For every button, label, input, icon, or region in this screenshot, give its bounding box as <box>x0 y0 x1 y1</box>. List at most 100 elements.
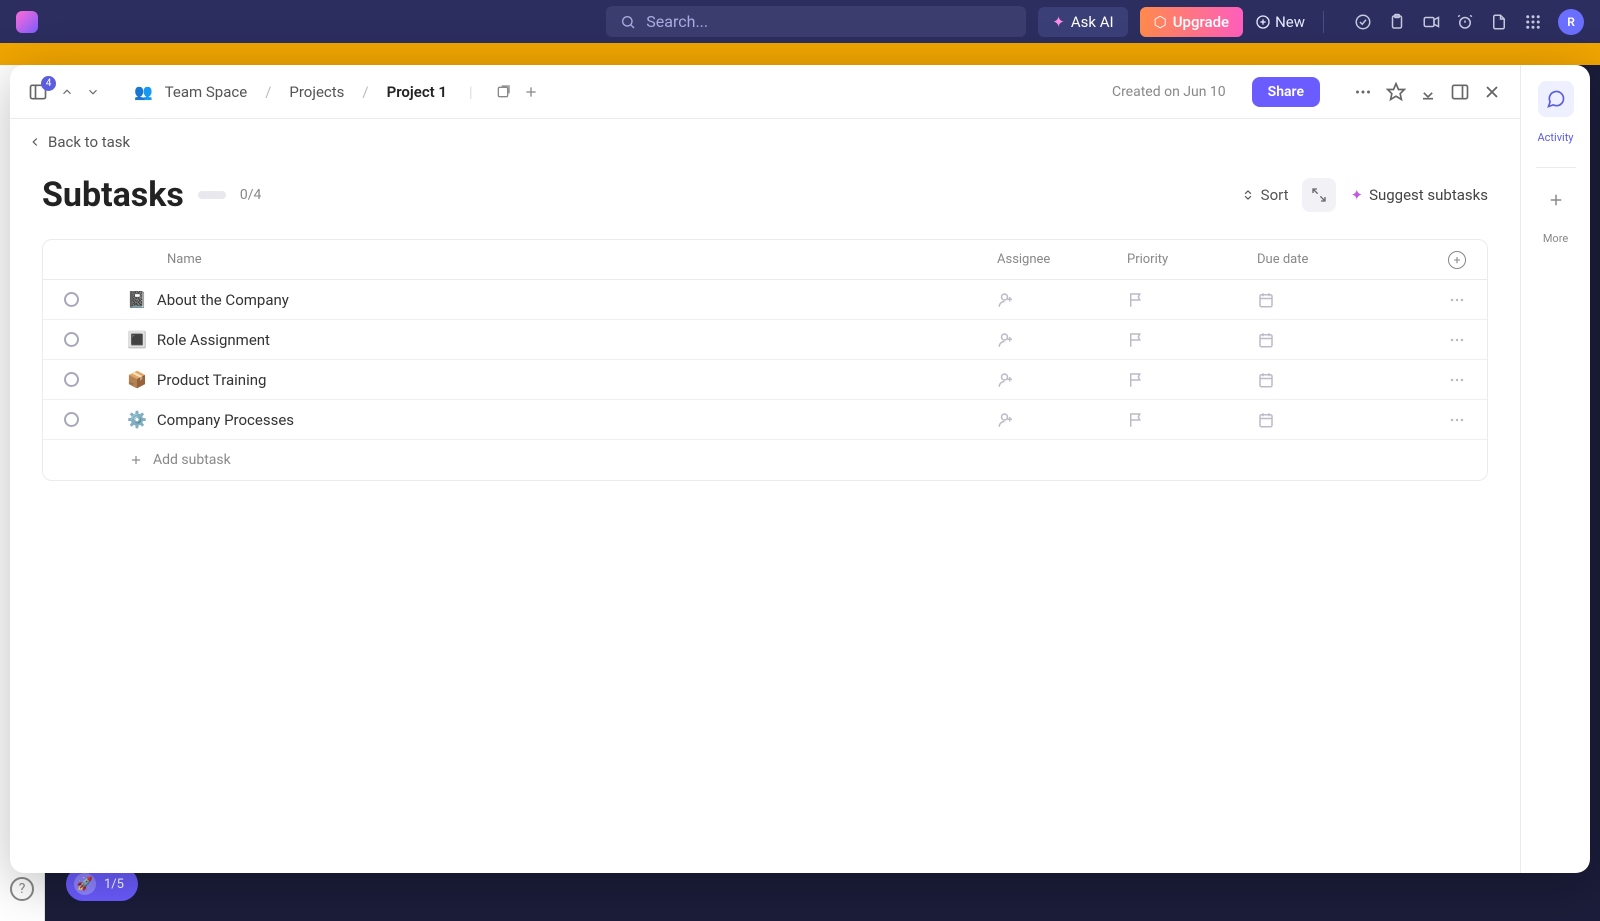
add-action-icon[interactable] <box>523 84 539 100</box>
add-subtask-label: Add subtask <box>153 452 231 468</box>
minimize-icon[interactable] <box>1418 82 1438 102</box>
share-label: Share <box>1268 84 1304 100</box>
progress-text: 0/4 <box>240 187 262 203</box>
assignee-add-icon[interactable] <box>997 371 1015 389</box>
due-date-icon[interactable] <box>1257 411 1275 429</box>
status-toggle[interactable] <box>64 292 79 307</box>
rocket-icon: 🚀 <box>74 873 96 895</box>
task-name-label: About the Company <box>157 291 289 309</box>
plus-icon <box>1547 191 1565 209</box>
status-toggle[interactable] <box>64 412 79 427</box>
more-side-button[interactable] <box>1538 182 1574 218</box>
page-title: Subtasks <box>42 175 184 215</box>
sort-button[interactable]: Sort <box>1241 186 1289 204</box>
new-button[interactable]: New <box>1255 13 1305 31</box>
assignee-add-icon[interactable] <box>997 331 1015 349</box>
app-logo[interactable] <box>16 11 38 33</box>
more-menu-button[interactable] <box>1352 81 1374 103</box>
table-row[interactable]: 📦 Product Training <box>43 360 1487 400</box>
suggest-label: Suggest subtasks <box>1369 186 1488 204</box>
expand-panel-icon[interactable] <box>1450 82 1470 102</box>
table-row[interactable]: 📓 About the Company <box>43 280 1487 320</box>
priority-flag-icon[interactable] <box>1127 331 1145 349</box>
people-icon: 👥 <box>134 83 153 101</box>
col-due-date: Due date <box>1247 252 1427 267</box>
suggest-subtasks-button[interactable]: ✦ Suggest subtasks <box>1350 186 1488 204</box>
task-emoji: 📦 <box>127 370 147 389</box>
modal-header: 4 👥 Team Space / Projects / Project 1 | … <box>10 65 1520 119</box>
subtasks-table: Name Assignee Priority Due date + 📓 Abou… <box>42 239 1488 481</box>
doc-icon[interactable] <box>1490 13 1508 31</box>
avatar-initial: R <box>1567 15 1575 29</box>
col-name: Name <box>99 252 987 267</box>
row-more-icon[interactable] <box>1447 290 1467 310</box>
close-icon[interactable] <box>1482 82 1502 102</box>
back-to-task-button[interactable]: Back to task <box>10 119 1520 165</box>
due-date-icon[interactable] <box>1257 291 1275 309</box>
app-topbar: Search... ✦ Ask AI ⬡ Upgrade New R <box>0 0 1600 43</box>
priority-flag-icon[interactable] <box>1127 291 1145 309</box>
search-icon <box>620 14 636 30</box>
activity-tab[interactable] <box>1538 81 1574 117</box>
table-row[interactable]: 🔳 Role Assignment <box>43 320 1487 360</box>
ask-ai-label: Ask AI <box>1071 13 1114 31</box>
sort-icon <box>1241 188 1255 202</box>
topbar-utility-icons: R <box>1354 9 1584 35</box>
check-circle-icon[interactable] <box>1354 13 1372 31</box>
apps-grid-icon[interactable] <box>1524 13 1542 31</box>
add-subtask-button[interactable]: Add subtask <box>43 440 1487 480</box>
star-icon[interactable] <box>1386 82 1406 102</box>
search-placeholder: Search... <box>646 12 708 31</box>
priority-flag-icon[interactable] <box>1127 371 1145 389</box>
due-date-icon[interactable] <box>1257 371 1275 389</box>
col-assignee: Assignee <box>987 252 1117 267</box>
sparkle-icon: ✦ <box>1350 186 1363 204</box>
modal-side-rail: Activity More <box>1520 65 1590 873</box>
add-column-button[interactable]: + <box>1448 251 1466 269</box>
status-toggle[interactable] <box>64 372 79 387</box>
col-priority: Priority <box>1117 252 1247 267</box>
collapse-icon <box>1311 187 1327 203</box>
due-date-icon[interactable] <box>1257 331 1275 349</box>
row-more-icon[interactable] <box>1447 370 1467 390</box>
record-icon[interactable] <box>1422 13 1440 31</box>
activity-label: Activity <box>1537 131 1573 144</box>
bolt-icon: ⬡ <box>1154 13 1167 31</box>
plus-circle-icon <box>1255 14 1271 30</box>
breadcrumb-list[interactable]: Project 1 <box>387 83 447 101</box>
alarm-icon[interactable] <box>1456 13 1474 31</box>
share-button[interactable]: Share <box>1252 77 1320 107</box>
prev-task-button[interactable] <box>60 85 74 99</box>
status-toggle[interactable] <box>64 332 79 347</box>
upgrade-label: Upgrade <box>1173 13 1229 31</box>
row-more-icon[interactable] <box>1447 330 1467 350</box>
task-emoji: 📓 <box>127 290 147 309</box>
sidebar-toggle[interactable]: 4 <box>28 82 48 102</box>
row-more-icon[interactable] <box>1447 410 1467 430</box>
new-window-icon[interactable] <box>495 84 511 100</box>
help-button[interactable]: ? <box>10 877 34 901</box>
created-on-text: Created on Jun 10 <box>1112 84 1226 100</box>
assignee-add-icon[interactable] <box>997 411 1015 429</box>
priority-flag-icon[interactable] <box>1127 411 1145 429</box>
avatar[interactable]: R <box>1558 9 1584 35</box>
next-task-button[interactable] <box>86 85 100 99</box>
ask-ai-button[interactable]: ✦ Ask AI <box>1038 7 1127 37</box>
chevron-left-icon <box>28 135 42 149</box>
clipboard-icon[interactable] <box>1388 13 1406 31</box>
breadcrumb-space[interactable]: Team Space <box>165 83 248 101</box>
upgrade-button[interactable]: ⬡ Upgrade <box>1140 7 1243 37</box>
promo-banner <box>0 43 1600 65</box>
onboarding-progress: 1/5 <box>104 877 124 892</box>
breadcrumb-folder[interactable]: Projects <box>289 83 344 101</box>
table-row[interactable]: ⚙️ Company Processes <box>43 400 1487 440</box>
assignee-add-icon[interactable] <box>997 291 1015 309</box>
plus-icon <box>129 453 143 467</box>
more-label: More <box>1543 232 1568 245</box>
task-emoji: 🔳 <box>127 330 147 349</box>
collapse-button[interactable] <box>1302 178 1336 212</box>
search-input[interactable]: Search... <box>606 6 1026 37</box>
new-label: New <box>1275 13 1305 31</box>
panel-badge: 4 <box>41 76 56 91</box>
task-name-label: Role Assignment <box>157 331 270 349</box>
